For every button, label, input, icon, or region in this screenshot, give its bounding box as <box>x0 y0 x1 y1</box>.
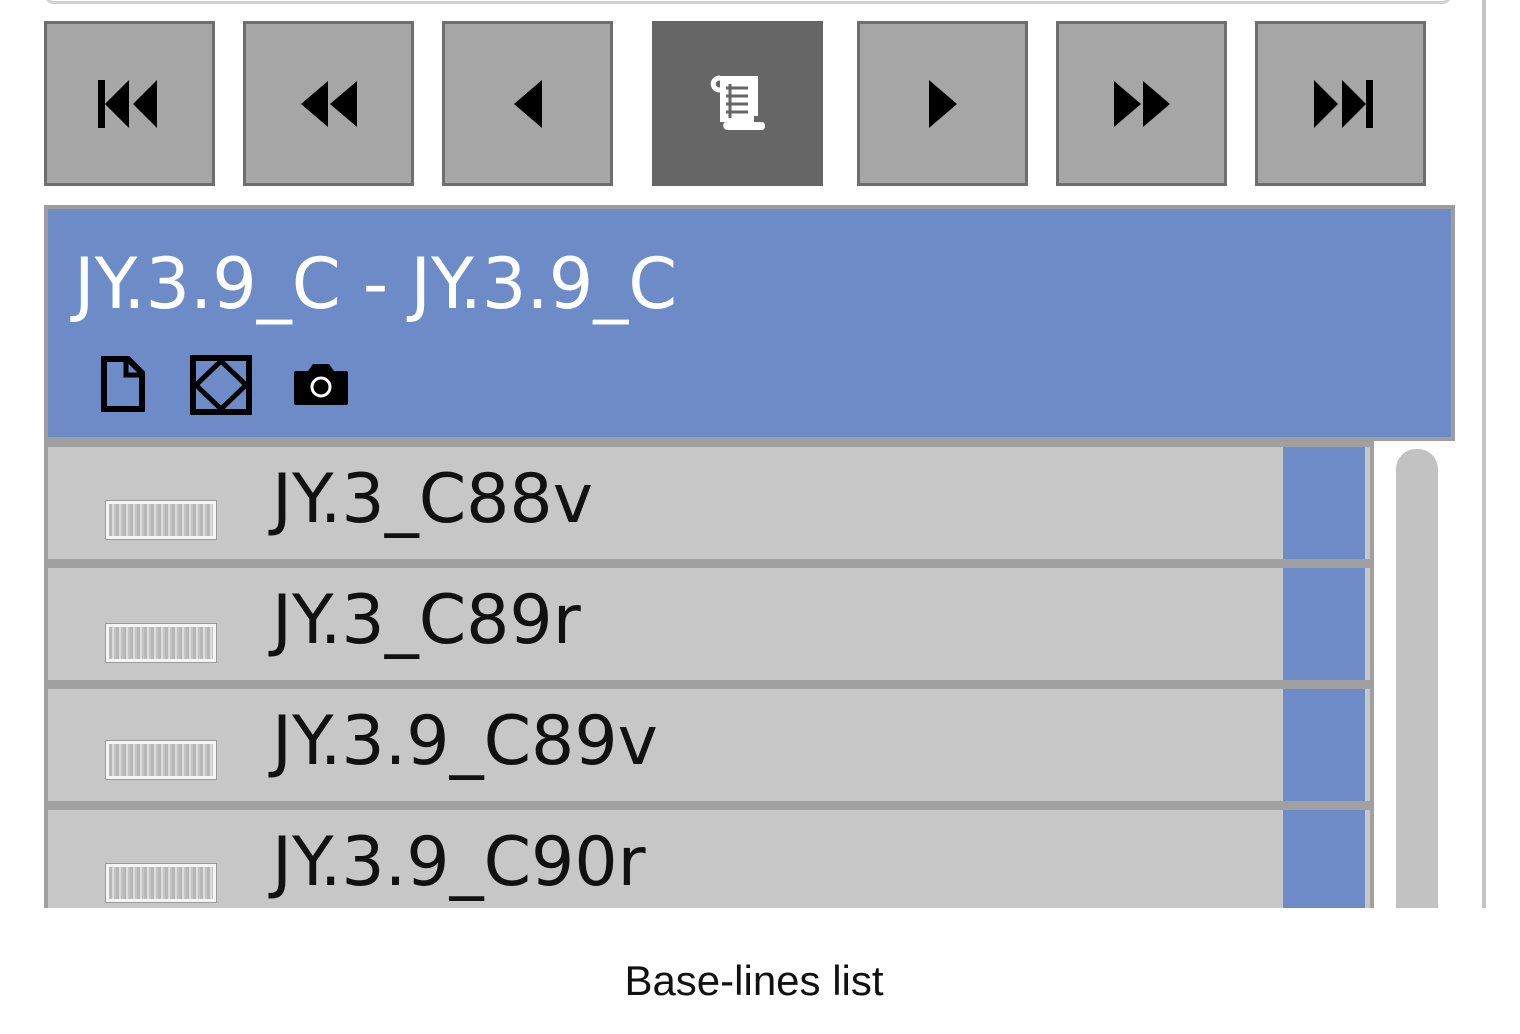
row-status-marker <box>1283 810 1365 908</box>
figure-caption: Base-lines list <box>624 957 884 1004</box>
document-title: JY.3.9_C - JY.3.9_C <box>74 243 678 325</box>
skip-to-first-icon <box>97 79 157 128</box>
line-image-thumbnail <box>105 623 217 663</box>
list-item-label: JY.3_C89r <box>272 581 581 660</box>
baseline-list[interactable]: JY.3_C88v JY.3_C89r JY.3.9_C89v JY.3.9_C… <box>44 441 1455 908</box>
fast-backward-icon <box>300 80 357 127</box>
scrollbar-thumb[interactable] <box>1396 449 1438 908</box>
transcription-button[interactable] <box>652 21 823 186</box>
step-backward-icon <box>513 79 542 128</box>
list-item[interactable]: JY.3_C88v <box>48 447 1370 559</box>
previous-button[interactable] <box>442 21 613 186</box>
line-image-thumbnail <box>105 500 217 540</box>
document-header[interactable]: JY.3.9_C - JY.3.9_C <box>44 205 1455 441</box>
row-status-marker <box>1283 568 1365 680</box>
fast-forward-icon <box>1113 80 1170 127</box>
document-icon[interactable] <box>100 355 146 413</box>
next-page-button[interactable] <box>1056 21 1227 186</box>
camera-icon[interactable] <box>292 361 350 407</box>
scroll-icon <box>710 75 765 130</box>
list-item[interactable]: JY.3.9_C90r <box>48 810 1370 908</box>
line-image-thumbnail <box>105 863 217 903</box>
panel-right-border <box>1482 0 1486 908</box>
step-forward-icon <box>928 79 957 128</box>
scrollbar[interactable] <box>1374 441 1455 908</box>
top-panel-edge <box>44 0 1452 4</box>
list-item-label: JY.3.9_C90r <box>272 823 646 902</box>
region-icon[interactable] <box>190 355 252 415</box>
row-status-marker <box>1283 689 1365 801</box>
list-item[interactable]: JY.3.9_C89v <box>48 689 1370 801</box>
first-button[interactable] <box>44 21 215 186</box>
row-status-marker <box>1283 447 1365 559</box>
list-item-label: JY.3.9_C89v <box>272 702 658 781</box>
last-button[interactable] <box>1255 21 1426 186</box>
line-image-thumbnail <box>105 740 217 780</box>
list-item[interactable]: JY.3_C89r <box>48 568 1370 680</box>
next-button[interactable] <box>857 21 1028 186</box>
previous-page-button[interactable] <box>243 21 414 186</box>
skip-to-last-icon <box>1313 79 1373 128</box>
list-item-label: JY.3_C88v <box>272 460 593 539</box>
